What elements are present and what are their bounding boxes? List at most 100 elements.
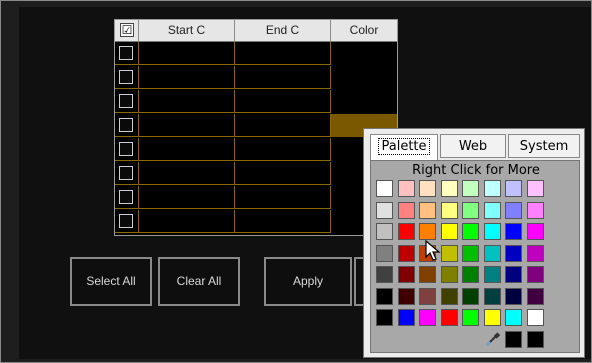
end-c-cell[interactable]: [235, 90, 331, 113]
color-swatch[interactable]: [483, 201, 501, 219]
color-swatch[interactable]: [462, 180, 479, 197]
table-row[interactable]: [115, 66, 397, 89]
table-row[interactable]: [115, 42, 397, 65]
row-checkbox-cell[interactable]: [115, 114, 139, 137]
color-swatch[interactable]: [376, 180, 393, 197]
color-swatch[interactable]: [376, 223, 393, 240]
color-swatch[interactable]: [505, 266, 522, 283]
start-c-cell[interactable]: [139, 162, 235, 185]
end-c-cell[interactable]: [235, 210, 331, 233]
color-swatch[interactable]: [483, 287, 501, 305]
color-swatch[interactable]: [526, 287, 544, 305]
color-swatch[interactable]: [483, 309, 501, 326]
row-checkbox[interactable]: [119, 166, 133, 180]
color-cell[interactable]: [331, 42, 397, 65]
row-checkbox-cell[interactable]: [115, 66, 139, 89]
table-row[interactable]: [115, 138, 397, 161]
color-swatch[interactable]: [462, 287, 479, 305]
color-swatch[interactable]: [526, 309, 544, 326]
color-swatch[interactable]: [483, 266, 501, 283]
color-swatch[interactable]: [526, 244, 544, 262]
tab-palette[interactable]: Palette: [370, 134, 438, 161]
color-swatch[interactable]: [505, 201, 522, 219]
row-checkbox[interactable]: [119, 142, 133, 156]
color-swatch[interactable]: [376, 244, 393, 262]
start-c-cell[interactable]: [139, 138, 235, 161]
header-checkbox-cell[interactable]: ☑: [115, 20, 139, 41]
end-c-cell[interactable]: [235, 138, 331, 161]
color-swatch[interactable]: [526, 180, 544, 197]
color-swatch[interactable]: [526, 201, 544, 219]
color-swatch[interactable]: [440, 201, 458, 219]
row-checkbox-cell[interactable]: [115, 138, 139, 161]
color-swatch[interactable]: [505, 287, 522, 305]
color-swatch[interactable]: [505, 223, 522, 240]
table-row[interactable]: [115, 210, 397, 233]
eyedropper-icon[interactable]: [484, 331, 501, 348]
color-swatch[interactable]: [397, 180, 415, 197]
color-swatch[interactable]: [483, 244, 501, 262]
color-swatch[interactable]: [397, 244, 415, 262]
color-swatch[interactable]: [462, 244, 479, 262]
color-swatch[interactable]: [526, 223, 544, 240]
start-c-cell[interactable]: [139, 186, 235, 209]
start-c-cell[interactable]: [139, 90, 235, 113]
color-swatch[interactable]: [440, 180, 458, 197]
color-swatch[interactable]: [526, 266, 544, 283]
row-checkbox[interactable]: [119, 46, 133, 60]
apply-button[interactable]: Apply: [264, 257, 352, 306]
header-color[interactable]: Color: [331, 20, 397, 41]
row-checkbox[interactable]: [119, 70, 133, 84]
color-swatch[interactable]: [505, 244, 522, 262]
color-swatch[interactable]: [376, 266, 393, 283]
color-cell[interactable]: [331, 90, 397, 113]
color-swatch[interactable]: [419, 201, 436, 219]
end-c-cell[interactable]: [235, 66, 331, 89]
color-swatch[interactable]: [483, 223, 501, 240]
color-swatch[interactable]: [419, 223, 436, 240]
color-swatch[interactable]: [376, 287, 393, 305]
color-swatch[interactable]: [462, 201, 479, 219]
color-swatch[interactable]: [397, 309, 415, 326]
color-swatch[interactable]: [462, 223, 479, 240]
color-swatch[interactable]: [483, 180, 501, 197]
table-row[interactable]: [115, 162, 397, 185]
clear-all-button[interactable]: Clear All: [158, 257, 240, 306]
start-c-cell[interactable]: [139, 42, 235, 65]
end-c-cell[interactable]: [235, 186, 331, 209]
table-row[interactable]: [115, 90, 397, 113]
end-c-cell[interactable]: [235, 114, 331, 137]
color-swatch[interactable]: [462, 266, 479, 283]
color-swatch[interactable]: [397, 201, 415, 219]
color-swatch[interactable]: [419, 287, 436, 305]
row-checkbox[interactable]: [119, 118, 133, 132]
color-swatch[interactable]: [440, 287, 458, 305]
color-swatch[interactable]: [505, 180, 522, 197]
table-row[interactable]: [115, 186, 397, 209]
row-checkbox-cell[interactable]: [115, 210, 139, 233]
color-swatch[interactable]: [419, 309, 436, 326]
color-swatch[interactable]: [419, 180, 436, 197]
color-swatch[interactable]: [505, 309, 522, 326]
header-end-c[interactable]: End C: [235, 20, 331, 41]
color-swatch[interactable]: [397, 266, 415, 283]
color-swatch[interactable]: [440, 244, 458, 262]
color-swatch[interactable]: [440, 223, 458, 240]
end-c-cell[interactable]: [235, 162, 331, 185]
color-swatch[interactable]: [505, 330, 522, 348]
select-all-checkbox[interactable]: ☑: [120, 23, 134, 37]
color-swatch[interactable]: [440, 266, 458, 283]
row-checkbox-cell[interactable]: [115, 186, 139, 209]
color-swatch[interactable]: [440, 309, 458, 326]
end-c-cell[interactable]: [235, 42, 331, 65]
start-c-cell[interactable]: [139, 66, 235, 89]
color-swatch[interactable]: [526, 330, 544, 348]
tab-system[interactable]: System: [508, 134, 580, 158]
table-row[interactable]: [115, 114, 397, 137]
start-c-cell[interactable]: [139, 210, 235, 233]
row-checkbox-cell[interactable]: [115, 90, 139, 113]
row-checkbox[interactable]: [119, 94, 133, 108]
row-checkbox-cell[interactable]: [115, 162, 139, 185]
color-swatch[interactable]: [419, 266, 436, 283]
row-checkbox-cell[interactable]: [115, 42, 139, 65]
